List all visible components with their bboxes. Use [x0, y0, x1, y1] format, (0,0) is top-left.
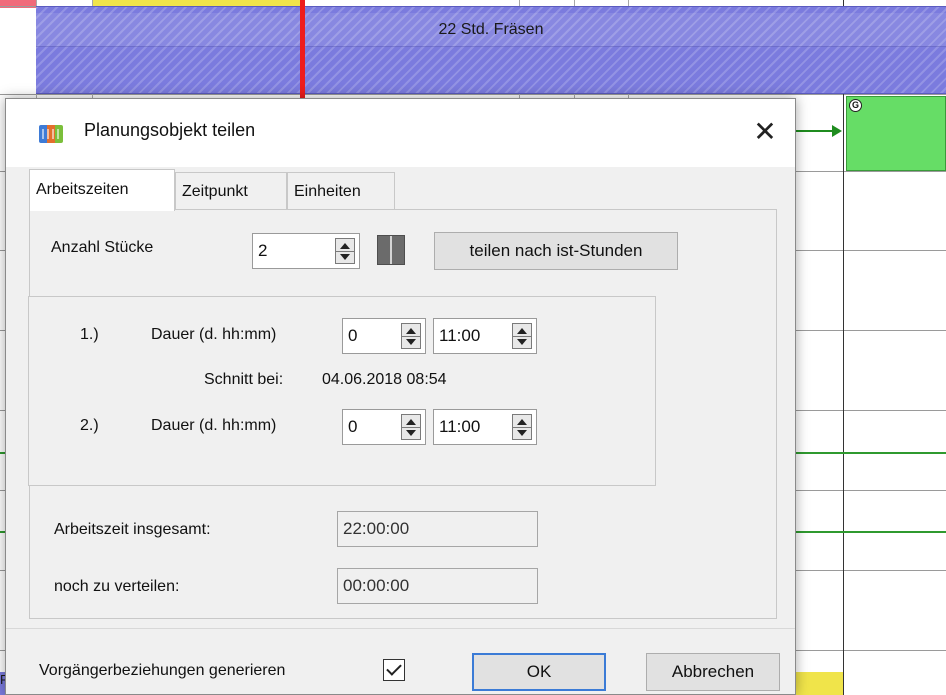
- part-1-time-spin-button[interactable]: [512, 323, 532, 349]
- part-2-days-spin-button[interactable]: [401, 414, 421, 440]
- grid-row-line: [0, 94, 946, 95]
- total-work-time-label: Arbeitszeit insgesamt:: [54, 521, 211, 538]
- total-work-time-field: 22:00:00: [337, 511, 538, 547]
- pieces-label: Anzahl Stücke: [51, 239, 154, 256]
- pieces-stepper[interactable]: 2: [252, 233, 360, 269]
- part-1-duration-label: Dauer (d. hh:mm): [151, 326, 277, 343]
- dialog-titlebar[interactable]: Planungsobjekt teilen ✕: [6, 99, 795, 167]
- generate-predecessor-label: Vorgängerbeziehungen generieren: [39, 662, 286, 679]
- planning-app-icon: [39, 125, 63, 143]
- footer-separator: [6, 628, 795, 629]
- part-2-days-stepper[interactable]: 0: [342, 409, 426, 445]
- part-2-index: 2.): [80, 417, 99, 434]
- part-2-days-value: 0: [348, 417, 358, 436]
- part-2-time-spin-button[interactable]: [512, 414, 532, 440]
- part-1-days-spin-button[interactable]: [401, 323, 421, 349]
- split-by-actual-hours-button[interactable]: teilen nach ist-Stunden: [434, 232, 678, 270]
- cancel-button[interactable]: Abbrechen: [646, 653, 780, 691]
- grid-column-line: [843, 0, 844, 695]
- dependency-arrow-line: [795, 130, 835, 132]
- dependency-arrow-head: [832, 125, 842, 137]
- dialog-title: Planungsobjekt teilen: [84, 120, 256, 140]
- part-1-time-stepper[interactable]: 11:00: [433, 318, 537, 354]
- part-1-days-value: 0: [348, 326, 358, 345]
- cut-label: Schnitt bei:: [204, 371, 284, 388]
- remaining-label: noch zu verteilen:: [54, 578, 180, 595]
- current-time-line: [300, 0, 305, 100]
- split-columns-icon[interactable]: [377, 235, 405, 265]
- task-bar-label: 22 Std. Fräsen: [36, 13, 946, 47]
- part-2-duration-label: Dauer (d. hh:mm): [151, 417, 277, 434]
- part-1-days-stepper[interactable]: 0: [342, 318, 426, 354]
- task-bar-milling[interactable]: 22 Std. Fräsen: [36, 6, 946, 94]
- yellow-task-fragment: [796, 672, 843, 695]
- part-2-time-value: 11:00: [439, 417, 481, 436]
- split-planning-object-dialog: Planungsobjekt teilen ✕ Arbeitszeiten Ze…: [5, 98, 796, 695]
- pieces-value: 2: [258, 241, 268, 260]
- tab-zeitpunkt[interactable]: Zeitpunkt: [175, 172, 287, 209]
- remaining-field: 00:00:00: [337, 568, 538, 604]
- close-icon[interactable]: ✕: [742, 113, 788, 153]
- part-1-index: 1.): [80, 326, 99, 343]
- generate-predecessor-checkbox[interactable]: [383, 659, 405, 681]
- ok-button[interactable]: OK: [472, 653, 606, 691]
- part-1-time-value: 11:00: [439, 326, 481, 345]
- task-bar-green[interactable]: G: [846, 96, 946, 171]
- tab-einheiten[interactable]: Einheiten: [287, 172, 395, 209]
- part-2-time-stepper[interactable]: 11:00: [433, 409, 537, 445]
- pieces-spin-button[interactable]: [335, 238, 355, 264]
- cut-value: 04.06.2018 08:54: [322, 371, 447, 388]
- task-badge: G: [849, 99, 862, 112]
- tab-arbeitszeiten[interactable]: Arbeitszeiten: [29, 169, 175, 211]
